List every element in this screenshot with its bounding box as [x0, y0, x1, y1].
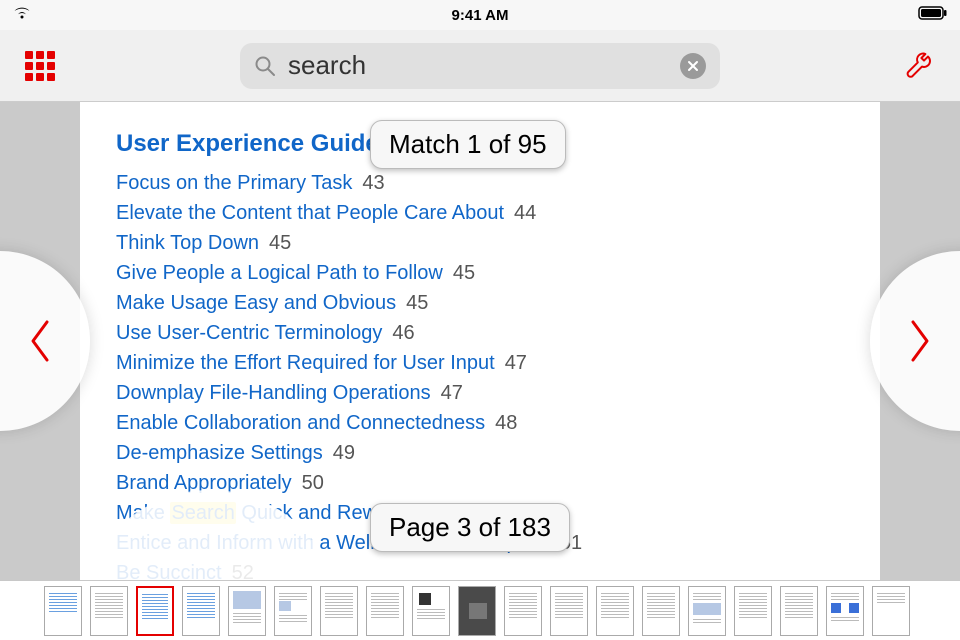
page-thumbnail[interactable]: [504, 586, 542, 636]
page-thumbnail[interactable]: [642, 586, 680, 636]
toc-link[interactable]: Minimize the Effort Required for User In…: [116, 352, 495, 374]
status-bar: 9:41 AM: [0, 0, 960, 30]
wrench-icon: [904, 50, 936, 82]
toc-link[interactable]: Downplay File-Handling Operations: [116, 382, 431, 404]
toc-link[interactable]: Think Top Down: [116, 232, 259, 254]
clear-search-button[interactable]: [680, 53, 706, 79]
search-input[interactable]: [288, 50, 668, 81]
chevron-left-icon: [25, 316, 55, 366]
toc-link[interactable]: Enable Collaboration and Connectedness: [116, 412, 485, 434]
toc-entry: Make Usage Easy and Obvious 45: [116, 288, 844, 318]
toc-page-number: 47: [505, 352, 527, 374]
search-field[interactable]: [240, 43, 720, 89]
status-time: 9:41 AM: [132, 7, 828, 24]
toc-entry: Use User-Centric Terminology 46: [116, 318, 844, 348]
toc-page-number: 50: [302, 472, 324, 494]
toc-page-number: 47: [441, 382, 463, 404]
page-thumbnail[interactable]: [872, 586, 910, 636]
toc-entry: Minimize the Effort Required for User In…: [116, 348, 844, 378]
next-page-button[interactable]: [870, 251, 960, 431]
search-icon: [254, 55, 276, 77]
toc-page-number: 45: [269, 232, 291, 254]
page-thumbnail[interactable]: [688, 586, 726, 636]
wifi-icon: [12, 6, 32, 24]
page-thumbnail[interactable]: [458, 586, 496, 636]
toc-entry: Elevate the Content that People Care Abo…: [116, 198, 844, 228]
toc-link[interactable]: Use User-Centric Terminology: [116, 322, 382, 344]
toc-page-number: 48: [495, 412, 517, 434]
page-thumbnail[interactable]: [826, 586, 864, 636]
chevron-right-icon: [905, 316, 935, 366]
toc-link[interactable]: Elevate the Content that People Care Abo…: [116, 202, 504, 224]
page-thumbnail[interactable]: [780, 586, 818, 636]
close-icon: [686, 59, 700, 73]
page-thumbnail[interactable]: [320, 586, 358, 636]
page-thumbnail[interactable]: [550, 586, 588, 636]
toc-link[interactable]: Focus on the Primary Task: [116, 172, 352, 194]
page-thumbnail[interactable]: [734, 586, 772, 636]
match-count-badge: Match 1 of 95: [370, 120, 566, 169]
grid-button[interactable]: [20, 46, 60, 86]
toc-page-number: 46: [392, 322, 414, 344]
battery-icon: [918, 6, 948, 24]
toc-page-number: 49: [333, 442, 355, 464]
toc-link[interactable]: Make Usage Easy and Obvious: [116, 292, 396, 314]
toc-page-number: 45: [406, 292, 428, 314]
page-thumbnail[interactable]: [228, 586, 266, 636]
page-thumbnail[interactable]: [274, 586, 312, 636]
toc-entry: De-emphasize Settings 49: [116, 438, 844, 468]
page-thumbnail[interactable]: [412, 586, 450, 636]
page-thumbnail[interactable]: [136, 586, 174, 636]
toolbar: [0, 30, 960, 102]
toc-link[interactable]: Give People a Logical Path to Follow: [116, 262, 443, 284]
toc-page-number: 44: [514, 202, 536, 224]
toc-entry: Focus on the Primary Task 43: [116, 168, 844, 198]
toc-page-number: 43: [362, 172, 384, 194]
page-count-badge: Page 3 of 183: [370, 503, 570, 552]
toc-entry: Downplay File-Handling Operations 47: [116, 378, 844, 408]
prev-page-button[interactable]: [0, 251, 90, 431]
page-thumbnail[interactable]: [44, 586, 82, 636]
tools-button[interactable]: [900, 46, 940, 86]
toc-entry: Think Top Down 45: [116, 228, 844, 258]
grid-icon: [25, 51, 55, 81]
page-thumbnail[interactable]: [90, 586, 128, 636]
page-thumbnail[interactable]: [596, 586, 634, 636]
toc-link[interactable]: De-emphasize Settings: [116, 442, 323, 464]
toc-page-number: 45: [453, 262, 475, 284]
thumbnail-strip[interactable]: [0, 580, 960, 640]
toc-entry: Enable Collaboration and Connectedness 48: [116, 408, 844, 438]
toc-entry: Give People a Logical Path to Follow 45: [116, 258, 844, 288]
page-thumbnail[interactable]: [366, 586, 404, 636]
page-thumbnail[interactable]: [182, 586, 220, 636]
